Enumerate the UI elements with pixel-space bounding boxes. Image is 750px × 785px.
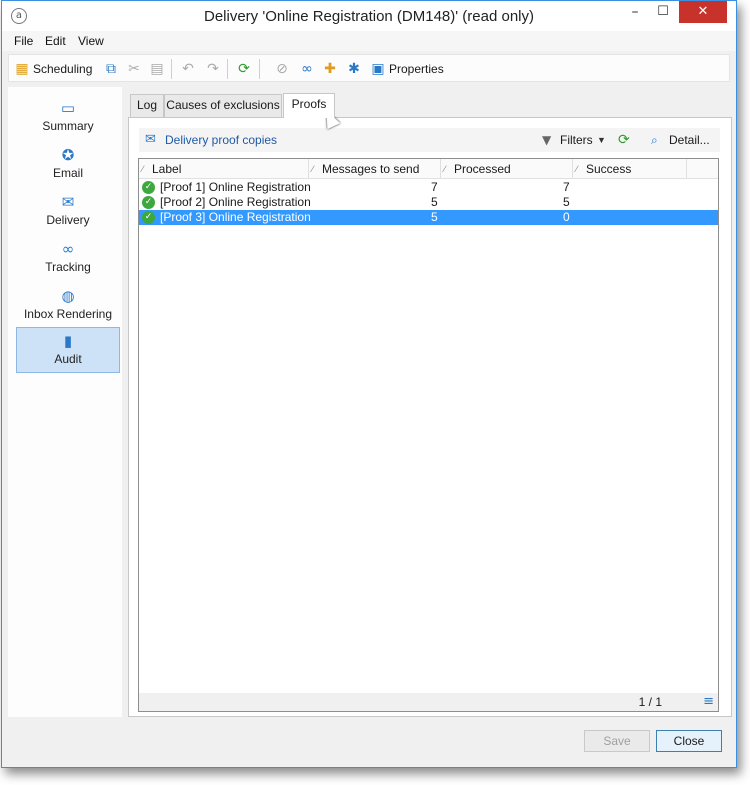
gift-icon[interactable]: ✚ xyxy=(321,59,339,79)
filters-button[interactable]: Filters xyxy=(560,130,593,150)
sidebar-item-email[interactable]: ✪ Email xyxy=(16,142,120,188)
detail-button[interactable]: Detail... xyxy=(669,130,710,150)
cell-label: [Proof 1] Online Registration xyxy=(160,180,311,194)
success-check-icon: ✓ xyxy=(142,196,155,209)
delivery-proof-copies-link[interactable]: Delivery proof copies xyxy=(165,130,277,150)
proofs-grid: ⁄ Label ⁄ Messages to send ⁄ Processed ⁄ Suc… xyxy=(138,158,719,712)
menu-edit[interactable]: Edit xyxy=(45,34,66,48)
cut-icon[interactable]: ✂ xyxy=(125,59,143,79)
cell-label: [Proof 2] Online Registration xyxy=(160,195,311,209)
email-icon: ✪ xyxy=(61,146,75,164)
main-toolbar: ▦ Scheduling ⧉ ✂ ▤ ↶ ↷ ⟳ ⊘ ∞ ✚ ✱ ▣ Prope… xyxy=(8,54,730,82)
success-check-icon: ✓ xyxy=(142,211,155,224)
title-bar: a Delivery 'Online Registration (DM148)'… xyxy=(2,1,736,31)
save-button[interactable]: Save xyxy=(584,730,650,752)
sidebar-item-label: Delivery xyxy=(46,213,90,227)
cell-processed: 0 xyxy=(563,210,570,224)
table-row[interactable]: ✓ [Proof 2] Online Registration 5 5 xyxy=(139,195,718,210)
cell-messages-to-send: 5 xyxy=(431,210,438,224)
properties-icon[interactable]: ▣ xyxy=(369,59,387,79)
close-button[interactable]: Close xyxy=(656,730,722,752)
cell-processed: 7 xyxy=(563,180,570,194)
sidebar-item-audit[interactable]: ▮ Audit xyxy=(16,327,120,373)
undo-icon[interactable]: ↶ xyxy=(179,59,197,79)
sidebar-item-label: Tracking xyxy=(45,260,91,274)
grid-footer: 1 / 1 ≡ xyxy=(139,693,718,711)
filter-icon: ▼ xyxy=(542,133,552,147)
tab-log[interactable]: Log xyxy=(130,94,164,117)
column-header-messages-to-send[interactable]: ⁄ Messages to send xyxy=(309,159,441,179)
chevron-down-icon[interactable]: ▼ xyxy=(597,130,606,150)
success-check-icon: ✓ xyxy=(142,181,155,194)
menu-file[interactable]: File xyxy=(14,34,33,48)
link-icon[interactable]: ∞ xyxy=(298,59,316,79)
calendar-icon[interactable]: ▦ xyxy=(13,59,31,79)
tab-proofs[interactable]: Proofs xyxy=(283,93,335,118)
sidebar: ▭ Summary ✪ Email ✉ Delivery ∞ Tracking … xyxy=(8,87,122,717)
minimize-button[interactable]: – xyxy=(622,3,648,25)
delivery-window: a Delivery 'Online Registration (DM148)'… xyxy=(1,0,737,768)
pager: 1 / 1 xyxy=(638,695,662,709)
menu-bar: File Edit View xyxy=(2,31,736,51)
audit-icon: ▮ xyxy=(63,332,73,350)
redo-icon[interactable]: ↷ xyxy=(204,59,222,79)
list-menu-icon[interactable]: ≡ xyxy=(703,694,714,709)
delivery-icon: ✉ xyxy=(61,193,75,211)
globe-icon: ◍ xyxy=(61,287,75,305)
table-row[interactable]: ✓ [Proof 1] Online Registration 7 7 xyxy=(139,180,718,195)
table-row[interactable]: ✓ [Proof 3] Online Registration 5 0 xyxy=(139,210,718,225)
column-header-label[interactable]: ⁄ Label xyxy=(139,159,309,179)
menu-view[interactable]: View xyxy=(78,34,104,48)
search-icon: ⌕ xyxy=(651,133,658,147)
column-header-success[interactable]: ⁄ Success xyxy=(573,159,687,179)
sidebar-item-label: Inbox Rendering xyxy=(23,307,113,321)
refresh-icon[interactable]: ⟳ xyxy=(235,59,253,79)
sidebar-item-summary[interactable]: ▭ Summary xyxy=(16,95,120,141)
summary-icon: ▭ xyxy=(60,99,76,117)
tracking-link-icon[interactable]: ✱ xyxy=(345,59,363,79)
attachment-icon[interactable]: ⊘ xyxy=(273,59,291,79)
tracking-icon: ∞ xyxy=(61,240,75,258)
copy-icon[interactable]: ⧉ xyxy=(102,59,120,79)
cell-processed: 5 xyxy=(563,195,570,209)
cell-label: [Proof 3] Online Registration xyxy=(160,210,311,224)
cell-messages-to-send: 5 xyxy=(431,195,438,209)
sidebar-item-label: Audit xyxy=(54,352,82,366)
paste-icon[interactable]: ▤ xyxy=(148,59,166,79)
sidebar-item-label: Summary xyxy=(42,119,94,133)
column-header-processed[interactable]: ⁄ Processed xyxy=(441,159,573,179)
proofs-toolbar: ✉ Delivery proof copies ▼ Filters ▼ ⟳ ⌕ … xyxy=(139,128,720,152)
maximize-button[interactable]: ☐ xyxy=(650,3,676,25)
proof-copies-icon: ✉ xyxy=(145,132,156,147)
cell-messages-to-send: 7 xyxy=(431,180,438,194)
tab-causes-of-exclusions[interactable]: Causes of exclusions xyxy=(164,94,282,117)
proofs-panel: ✉ Delivery proof copies ▼ Filters ▼ ⟳ ⌕ … xyxy=(128,117,732,717)
grid-header: ⁄ Label ⁄ Messages to send ⁄ Processed ⁄ Suc… xyxy=(139,159,718,179)
scheduling-button[interactable]: Scheduling xyxy=(33,59,92,79)
properties-button[interactable]: Properties xyxy=(389,59,444,79)
refresh-icon[interactable]: ⟳ xyxy=(618,130,630,150)
sidebar-item-label: Email xyxy=(52,166,83,180)
sidebar-item-inbox-rendering[interactable]: ◍ Inbox Rendering xyxy=(16,283,120,329)
close-window-button[interactable]: ✕ xyxy=(679,1,727,23)
sidebar-item-tracking[interactable]: ∞ Tracking xyxy=(16,236,120,282)
sidebar-item-delivery[interactable]: ✉ Delivery xyxy=(16,189,120,235)
